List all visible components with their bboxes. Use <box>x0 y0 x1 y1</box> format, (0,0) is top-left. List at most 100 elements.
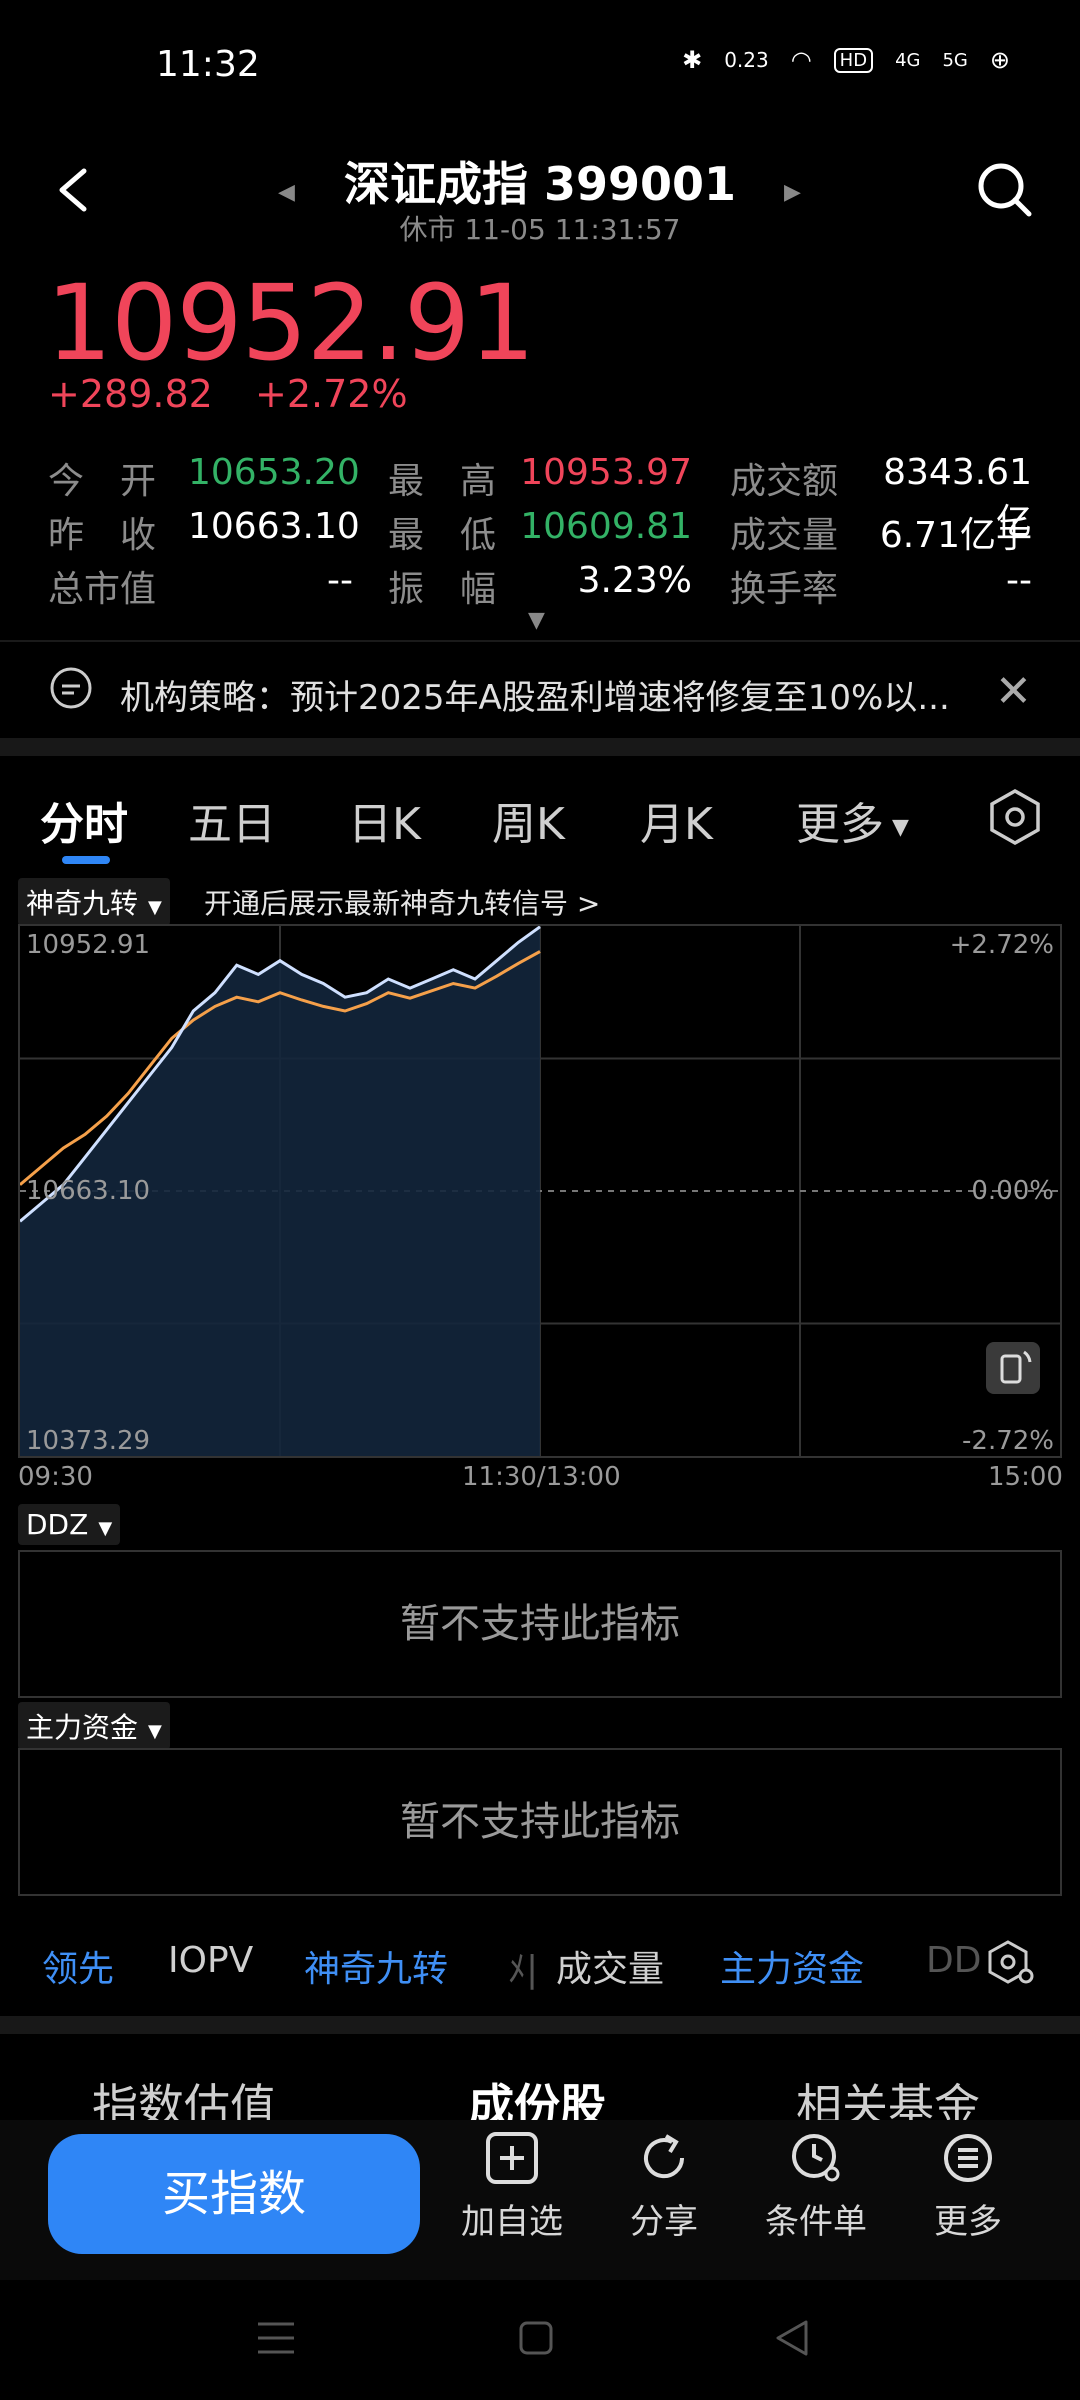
expand-stats-icon[interactable]: ▼ <box>528 608 545 633</box>
section-separator <box>0 2016 1080 2034</box>
add-watchlist-button[interactable]: 加自选 <box>452 2130 572 2243</box>
indicator-tabs: 领先 IOPV 神奇九转 ﾒ| 成交量 主力资金 DD <box>0 1926 1080 1996</box>
stat-value: -- <box>327 560 353 601</box>
main-fund-message: 暂不支持此指标 <box>400 1799 680 1845</box>
stat-label: 成交额 <box>730 461 839 502</box>
settings-hexagon-icon[interactable] <box>988 788 1042 846</box>
indicator-tab-volume[interactable]: 成交量 <box>556 1940 664 1992</box>
tab-five-day[interactable]: 五日 <box>188 788 276 852</box>
wifi-icon: ◠ <box>790 46 812 74</box>
clock-icon <box>792 2134 840 2182</box>
y-right-top: +2.72% <box>949 930 1054 960</box>
more-menu-icon <box>944 2134 992 2182</box>
share-label: 分享 <box>630 2202 698 2242</box>
main-fund-label: 主力资金 <box>26 1711 139 1744</box>
nine-turn-promo[interactable]: 开通后展示最新神奇九转信号 > <box>204 882 600 922</box>
indicator-settings-icon[interactable] <box>986 1938 1036 1988</box>
chart-canvas <box>20 926 1060 1456</box>
status-time: 11:32 <box>156 44 260 85</box>
indicator-tab-main-fund[interactable]: 主力资金 <box>720 1940 864 1992</box>
stat-value: 10663.10 <box>188 506 360 547</box>
chevron-down-icon: ▼ <box>892 814 909 840</box>
buy-index-button[interactable]: 买指数 <box>48 2134 420 2254</box>
stat-label: 换手率 <box>730 569 839 610</box>
tab-intraday[interactable]: 分时 <box>40 788 128 852</box>
indicator-tab-nine-turn[interactable]: 神奇九转 <box>304 1940 448 1992</box>
stat-value: -- <box>1006 560 1032 601</box>
search-icon[interactable] <box>975 160 1035 220</box>
stat-label: 最 低 <box>388 515 497 556</box>
y-right-bottom: -2.72% <box>962 1426 1054 1456</box>
tab-more-label: 更多 <box>796 799 884 850</box>
stat-label: 振 幅 <box>388 569 497 610</box>
stat-value: 3.23% <box>577 560 692 601</box>
system-nav-bar <box>0 2280 1080 2400</box>
x-label-mid: 11:30/13:00 <box>462 1462 621 1492</box>
indicator-tab-ddz[interactable]: DD <box>926 1940 981 1981</box>
stat-label: 今 开 <box>48 461 157 502</box>
status-icons: ✱ 0.23 ◠ HD 4G 5G ⊕ <box>682 46 1010 74</box>
ddz-message: 暂不支持此指标 <box>400 1601 680 1647</box>
change-percent: +2.72% <box>255 372 408 416</box>
ddz-label: DDZ <box>26 1508 89 1541</box>
stat-value: 10953.97 <box>520 452 692 493</box>
hd-badge: HD <box>833 47 874 73</box>
fade-icon: ﾒ| <box>508 1949 539 1990</box>
close-icon[interactable]: ✕ <box>995 666 1032 717</box>
chat-bubble-icon <box>50 667 92 709</box>
chevron-down-icon: ▼ <box>148 1721 162 1742</box>
network-speed: 0.23 <box>724 48 769 72</box>
stat-label: 昨 收 <box>48 515 157 556</box>
x-label-end: 15:00 <box>988 1462 1063 1492</box>
y-left-top: 10952.91 <box>26 930 151 960</box>
price-change: +289.82 +2.72% <box>48 372 408 416</box>
share-icon <box>644 2134 685 2179</box>
bottom-info-tabs: 指数估值 成份股 相关基金 <box>0 2040 1080 2133</box>
ddz-panel: 暂不支持此指标 <box>18 1550 1062 1698</box>
action-bar: 买指数 加自选 分享 条件单 更多 <box>0 2120 1080 2280</box>
menu-icon[interactable] <box>256 2320 296 2356</box>
stat-value: 10653.20 <box>188 452 360 493</box>
bluetooth-icon: ✱ <box>682 46 703 74</box>
current-price: 10952.91 <box>46 262 535 384</box>
share-button[interactable]: 分享 <box>604 2130 724 2243</box>
indicator-tab-iopv[interactable]: IOPV <box>168 1940 253 1981</box>
tab-weekly-k[interactable]: 周K <box>492 788 565 852</box>
stat-label: 总市值 <box>48 569 157 610</box>
add-watchlist-label: 加自选 <box>461 2202 563 2242</box>
change-value: +289.82 <box>48 372 213 416</box>
nine-turn-label: 神奇九转 <box>26 887 139 920</box>
chevron-down-icon: ▼ <box>98 1518 113 1539</box>
signal-4g: 4G <box>895 49 921 71</box>
x-label-start: 09:30 <box>18 1462 93 1492</box>
indicator-tab-lead[interactable]: 领先 <box>42 1940 114 1992</box>
section-separator <box>0 738 1080 756</box>
active-tab-indicator <box>62 856 110 864</box>
more-button[interactable]: 更多 <box>908 2130 1028 2243</box>
home-icon[interactable] <box>518 2320 554 2356</box>
battery-icon: ⊕ <box>989 46 1010 74</box>
tab-more[interactable]: 更多 ▼ <box>796 788 909 852</box>
stat-label: 最 高 <box>388 461 497 502</box>
stat-label: 成交量 <box>730 515 839 556</box>
tab-daily-k[interactable]: 日K <box>348 788 421 852</box>
y-left-bottom: 10373.29 <box>26 1426 151 1456</box>
y-right-mid: 0.00% <box>971 1176 1054 1206</box>
more-label: 更多 <box>934 2202 1002 2242</box>
intraday-chart[interactable]: 10952.91 10663.10 10373.29 +2.72% 0.00% … <box>18 924 1062 1458</box>
back-nav-icon[interactable] <box>774 2318 810 2358</box>
main-fund-dropdown[interactable]: 主力资金 ▼ <box>18 1702 170 1750</box>
conditional-order-button[interactable]: 条件单 <box>756 2130 876 2243</box>
signal-5g: 5G <box>942 49 968 71</box>
rotate-screen-icon[interactable] <box>986 1342 1040 1394</box>
nine-turn-dropdown[interactable]: 神奇九转 ▼ <box>18 878 170 926</box>
tab-monthly-k[interactable]: 月K <box>640 788 713 852</box>
conditional-order-label: 条件单 <box>765 2202 867 2242</box>
page-title: 深证成指 399001 <box>343 157 737 211</box>
stat-value: 6.71亿手 <box>879 515 1032 556</box>
add-square-icon <box>486 2132 538 2184</box>
news-banner[interactable]: 机构策略：预计2025年A股盈利增速将修复至10%以... ✕ <box>0 642 1080 737</box>
next-index-icon[interactable]: ▶ <box>784 180 801 205</box>
news-text: 机构策略：预计2025年A股盈利增速将修复至10%以... <box>120 678 950 718</box>
ddz-dropdown[interactable]: DDZ ▼ <box>18 1504 121 1545</box>
